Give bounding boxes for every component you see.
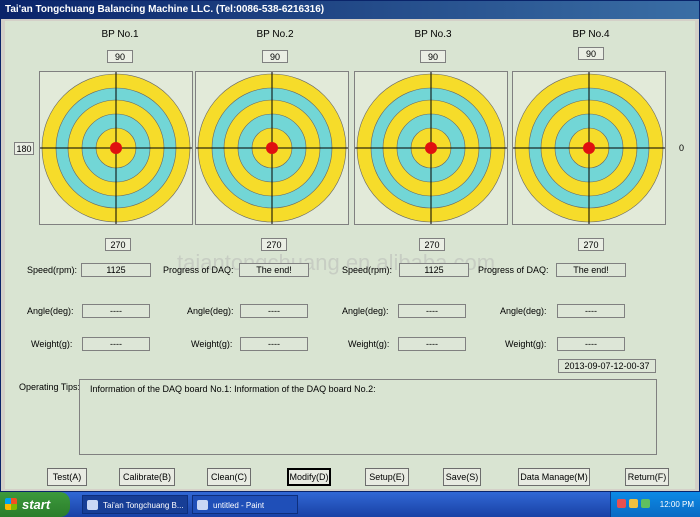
bp1-bottom-degree: 270 xyxy=(105,238,131,251)
angle-value-1: ---- xyxy=(82,304,150,318)
save-button[interactable]: Save(S) xyxy=(443,468,481,486)
center-marker xyxy=(583,142,595,154)
windows-logo-icon xyxy=(5,498,17,510)
window-title: Tai'an Tongchuang Balancing Machine LLC.… xyxy=(1,1,699,19)
task-balancing-app[interactable]: Tai'an Tongchuang B... xyxy=(82,495,188,514)
progress-label-1: Progress of DAQ: xyxy=(163,265,234,275)
paint-icon xyxy=(197,500,208,510)
operating-tips-label: Operating Tips: xyxy=(19,382,81,392)
tray-network-icon[interactable] xyxy=(629,499,638,508)
tray-shield-icon[interactable] xyxy=(617,499,626,508)
right-degree: 0 xyxy=(679,143,685,153)
bp1-target xyxy=(39,71,193,225)
task-balancing-label: Tai'an Tongchuang B... xyxy=(103,501,184,510)
weight-value-4: ---- xyxy=(557,337,625,351)
angle-value-3: ---- xyxy=(398,304,466,318)
weight-value-3: ---- xyxy=(398,337,466,351)
start-label: start xyxy=(22,497,51,512)
timestamp-field: 2013-09-07-12-00-37 xyxy=(558,359,656,373)
target-rings xyxy=(513,72,665,224)
modify-button[interactable]: Modify(D) xyxy=(287,468,331,486)
bp4-bottom-degree: 270 xyxy=(578,238,604,251)
weight-label-1: Weight(g): xyxy=(31,339,73,349)
center-marker xyxy=(425,142,437,154)
operating-tips-box: Information of the DAQ board No.1: Infor… xyxy=(79,379,657,455)
speed-value-2: 1125 xyxy=(399,263,469,277)
angle-value-4: ---- xyxy=(557,304,625,318)
bp2-title: BP No.2 xyxy=(256,29,294,40)
speed-value-1: 1125 xyxy=(81,263,151,277)
app-window: Tai'an Tongchuang Balancing Machine LLC.… xyxy=(0,0,700,492)
return-button[interactable]: Return(F) xyxy=(625,468,669,486)
weight-value-2: ---- xyxy=(240,337,308,351)
weight-label-2: Weight(g): xyxy=(191,339,233,349)
center-marker xyxy=(110,142,122,154)
setup-button[interactable]: Setup(E) xyxy=(365,468,409,486)
bp4-target xyxy=(512,71,666,225)
bp4-top-degree: 90 xyxy=(578,47,604,60)
app-icon xyxy=(87,500,98,510)
speed-label-2: Speed(rpm): xyxy=(342,265,393,275)
angle-label-3: Angle(deg): xyxy=(342,306,389,316)
angle-value-2: ---- xyxy=(240,304,308,318)
start-button[interactable]: start xyxy=(0,492,70,517)
angle-label-1: Angle(deg): xyxy=(27,306,74,316)
progress-label-2: Progress of DAQ: xyxy=(478,265,549,275)
bp1-title: BP No.1 xyxy=(101,29,139,40)
left-degree: 180 xyxy=(14,142,34,155)
bp3-top-degree: 90 xyxy=(420,50,446,63)
bp3-target xyxy=(354,71,508,225)
test-button[interactable]: Test(A) xyxy=(47,468,87,486)
progress-value-2: The end! xyxy=(556,263,626,277)
calibrate-button[interactable]: Calibrate(B) xyxy=(119,468,175,486)
bp2-top-degree: 90 xyxy=(262,50,288,63)
target-rings xyxy=(40,72,192,224)
bp1-top-degree: 90 xyxy=(107,50,133,63)
clock: 12:00 PM xyxy=(659,500,694,509)
center-marker xyxy=(266,142,278,154)
taskbar: start Tai'an Tongchuang B... untitled - … xyxy=(0,492,700,517)
progress-value-1: The end! xyxy=(239,263,309,277)
system-tray: 12:00 PM xyxy=(610,492,700,517)
bp3-title: BP No.3 xyxy=(414,29,452,40)
weight-label-4: Weight(g): xyxy=(505,339,547,349)
speed-label-1: Speed(rpm): xyxy=(27,265,78,275)
data-manage-button[interactable]: Data Manage(M) xyxy=(518,468,590,486)
task-paint[interactable]: untitled - Paint xyxy=(192,495,298,514)
weight-value-1: ---- xyxy=(82,337,150,351)
clean-button[interactable]: Clean(C) xyxy=(207,468,251,486)
operating-tips-text: Information of the DAQ board No.1: Infor… xyxy=(90,384,376,394)
tray-volume-icon[interactable] xyxy=(641,499,650,508)
angle-label-2: Angle(deg): xyxy=(187,306,234,316)
task-paint-label: untitled - Paint xyxy=(213,501,265,510)
weight-label-3: Weight(g): xyxy=(348,339,390,349)
main-panel: BP No.1 BP No.2 BP No.3 BP No.4 90 90 90… xyxy=(5,21,695,489)
bp4-title: BP No.4 xyxy=(572,29,610,40)
bp2-target xyxy=(195,71,349,225)
target-rings xyxy=(355,72,507,224)
target-rings xyxy=(196,72,348,224)
angle-label-4: Angle(deg): xyxy=(500,306,547,316)
